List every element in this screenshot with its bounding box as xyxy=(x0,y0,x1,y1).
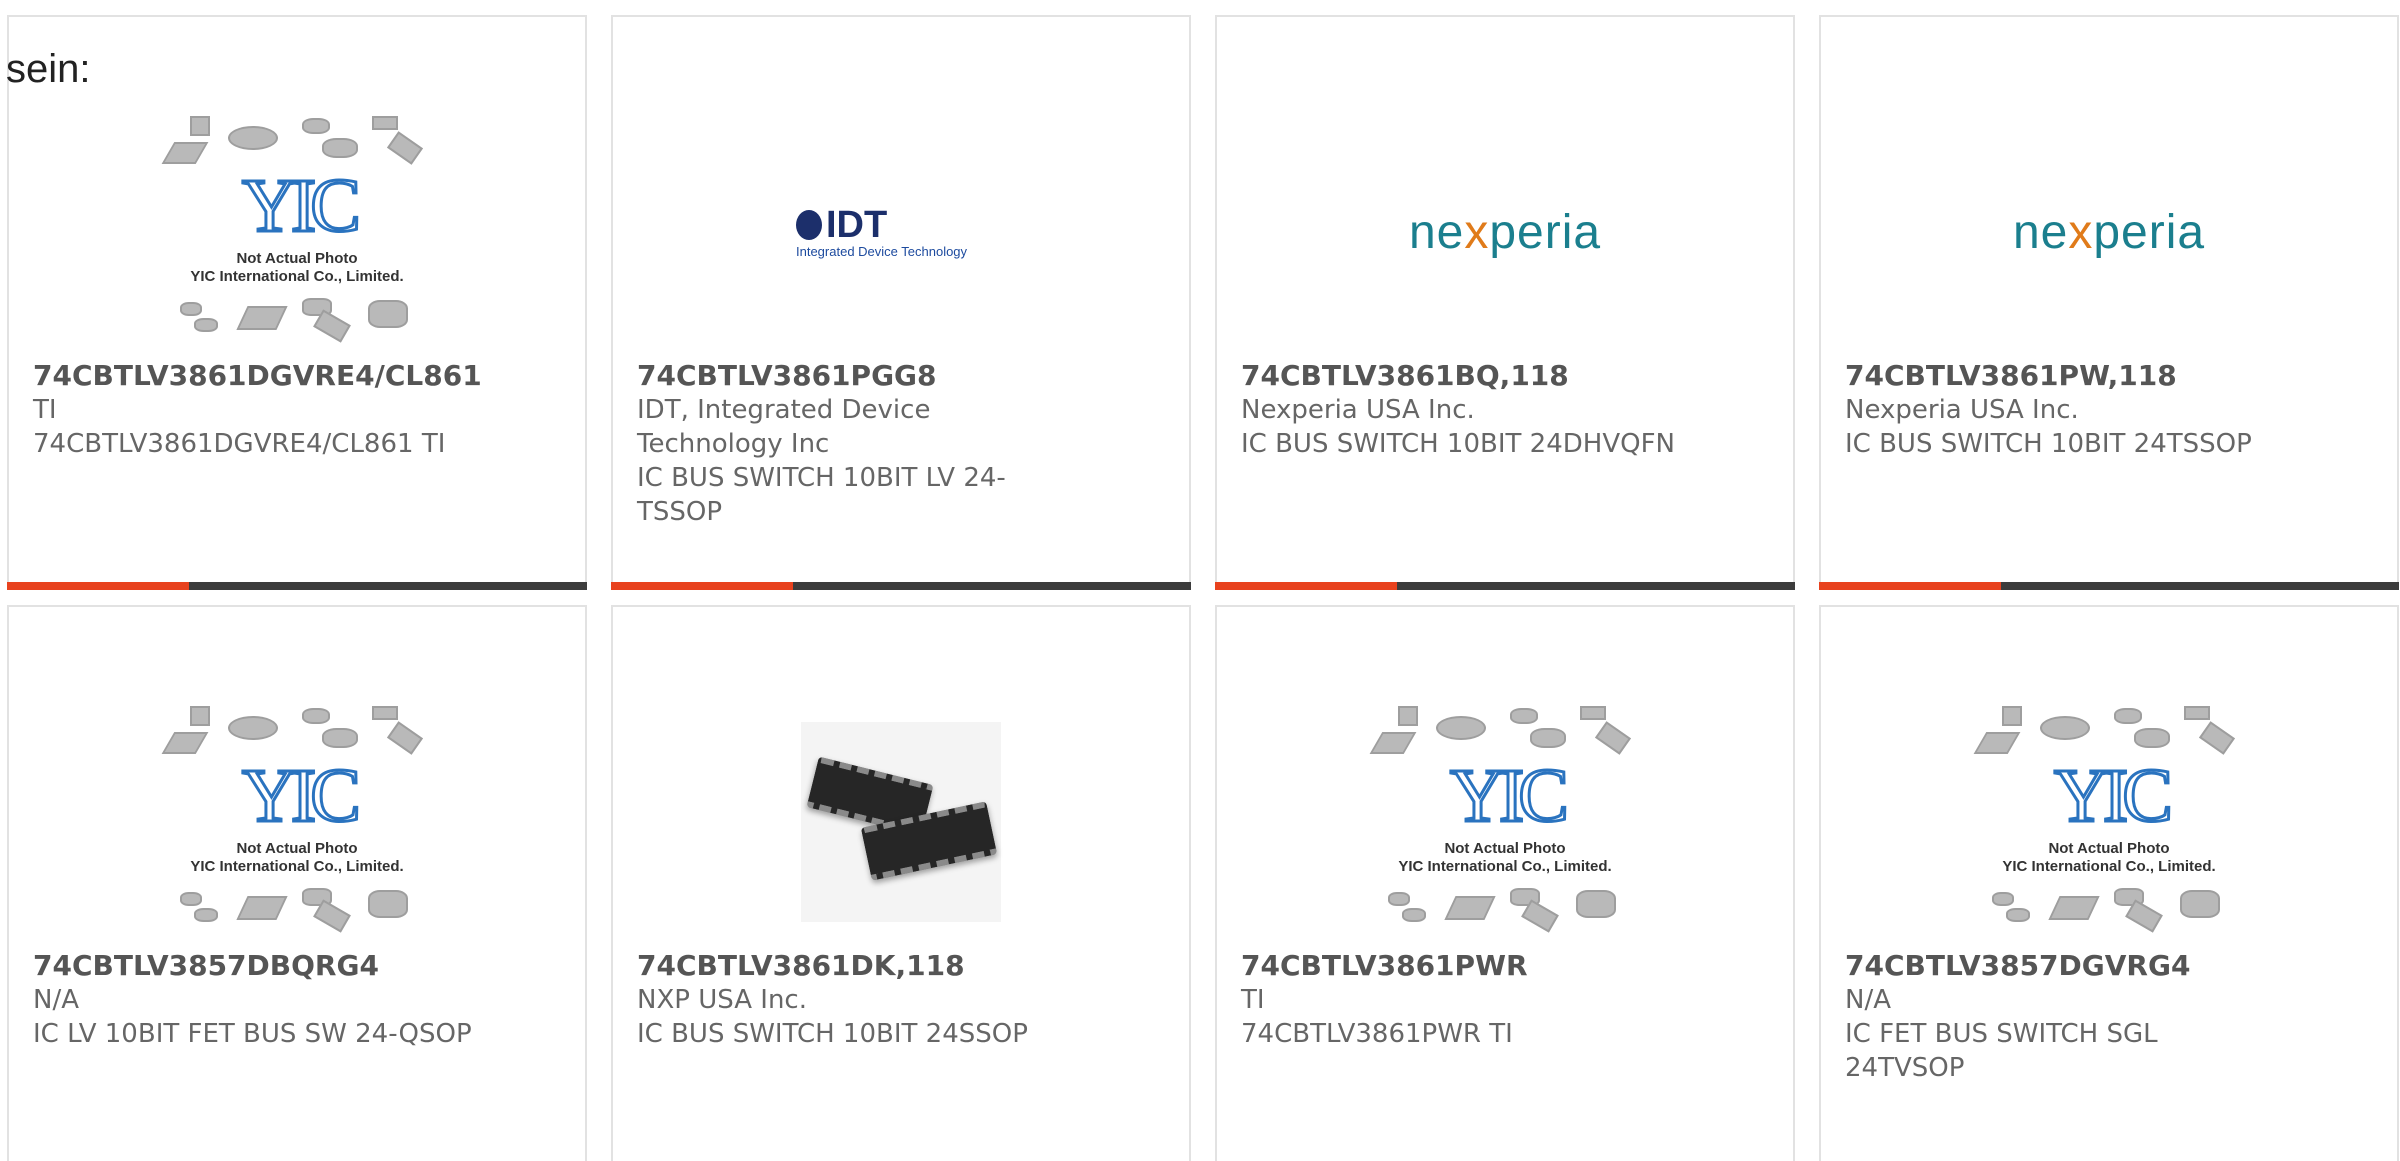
product-manufacturer: N/A xyxy=(1845,985,1891,1015)
card-bottom-bar xyxy=(1215,582,1795,590)
product-image[interactable]: nexperia xyxy=(1217,97,1793,367)
product-card[interactable]: YIC Not Actual Photo YIC International C… xyxy=(7,605,587,1161)
product-description: 74CBTLV3861DGVRE4/CL861 TI xyxy=(33,429,446,459)
yic-placeholder-image: YIC Not Actual Photo YIC International C… xyxy=(1369,702,1640,942)
yic-placeholder-image: YIC Not Actual Photo YIC International C… xyxy=(161,112,432,352)
product-description: IC LV 10BIT FET BUS SW 24-QSOP xyxy=(33,1019,472,1049)
product-manufacturer: TI xyxy=(1241,985,1265,1015)
product-part-number[interactable]: 74CBTLV3861PWR xyxy=(1241,949,1681,983)
product-part-number[interactable]: 74CBTLV3861PGG8 xyxy=(637,359,1077,393)
idt-logo: IDT Integrated Device Technology xyxy=(796,203,968,259)
product-card[interactable]: nexperia 74CBTLV3861BQ,118 Nexperia USA … xyxy=(1215,15,1795,590)
product-image[interactable] xyxy=(613,687,1189,957)
product-part-number[interactable]: 74CBTLV3857DGVRG4 xyxy=(1845,949,2285,983)
product-manufacturer: N/A xyxy=(33,985,79,1015)
yic-placeholder-image: YIC Not Actual Photo YIC International C… xyxy=(161,702,432,942)
product-part-number[interactable]: 74CBTLV3857DBQRG4 xyxy=(33,949,473,983)
product-image[interactable]: IDT Integrated Device Technology xyxy=(613,97,1189,367)
product-image[interactable]: YIC Not Actual Photo YIC International C… xyxy=(9,97,585,367)
card-bottom-bar xyxy=(611,582,1191,590)
product-card[interactable]: nexperia 74CBTLV3861PW,118 Nexperia USA … xyxy=(1819,15,2399,590)
card-bottom-bar xyxy=(7,582,587,590)
nexperia-logo: nexperia xyxy=(1408,205,1602,259)
ic-package-photo xyxy=(801,722,1001,922)
product-manufacturer: TI xyxy=(33,395,57,425)
product-image[interactable]: YIC Not Actual Photo YIC International C… xyxy=(9,687,585,957)
product-part-number[interactable]: 74CBTLV3861DK,118 xyxy=(637,949,1077,983)
product-description: IC BUS SWITCH 10BIT LV 24-TSSOP xyxy=(637,463,1006,527)
product-image[interactable]: YIC Not Actual Photo YIC International C… xyxy=(1821,687,2397,957)
product-description: 74CBTLV3861PWR TI xyxy=(1241,1019,1513,1049)
product-part-number[interactable]: 74CBTLV3861BQ,118 xyxy=(1241,359,1681,393)
product-image[interactable]: YIC Not Actual Photo YIC International C… xyxy=(1217,687,1793,957)
product-card[interactable]: 74CBTLV3861DK,118 NXP USA Inc. IC BUS SW… xyxy=(611,605,1191,1161)
lead-text: sein: xyxy=(6,47,91,91)
product-manufacturer: NXP USA Inc. xyxy=(637,985,807,1015)
product-card[interactable]: YIC Not Actual Photo YIC International C… xyxy=(1215,605,1795,1161)
product-card[interactable]: IDT Integrated Device Technology 74CBTLV… xyxy=(611,15,1191,590)
yic-placeholder-image: YIC Not Actual Photo YIC International C… xyxy=(1973,702,2244,942)
product-image[interactable]: nexperia xyxy=(1821,97,2397,367)
product-part-number[interactable]: 74CBTLV3861PW,118 xyxy=(1845,359,2285,393)
product-description: IC BUS SWITCH 10BIT 24DHVQFN xyxy=(1241,429,1675,459)
card-bottom-bar xyxy=(1819,582,2399,590)
product-card[interactable]: YIC Not Actual Photo YIC International C… xyxy=(1819,605,2399,1161)
product-description: IC FET BUS SWITCH SGL 24TVSOP xyxy=(1845,1019,2158,1083)
product-manufacturer: Nexperia USA Inc. xyxy=(1845,395,2079,425)
product-manufacturer: Nexperia USA Inc. xyxy=(1241,395,1475,425)
product-manufacturer: IDT, Integrated Device Technology Inc xyxy=(637,395,931,459)
nexperia-logo: nexperia xyxy=(2012,205,2206,259)
product-description: IC BUS SWITCH 10BIT 24SSOP xyxy=(637,1019,1028,1049)
product-part-number[interactable]: 74CBTLV3861DGVRE4/CL861 xyxy=(33,359,482,393)
product-card[interactable]: YIC Not Actual Photo YIC International C… xyxy=(7,15,587,590)
product-description: IC BUS SWITCH 10BIT 24TSSOP xyxy=(1845,429,2252,459)
